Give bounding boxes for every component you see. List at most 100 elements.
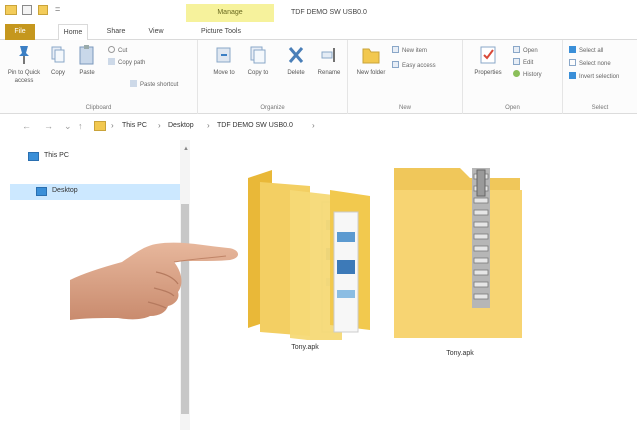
breadcrumb-current-folder[interactable]: TDF DEMO SW USB0.0 <box>217 122 293 129</box>
open-group: Properties Open Edit History Open <box>463 40 563 114</box>
easy-access-label: Easy access <box>402 63 436 69</box>
new-folder-button[interactable]: New folder <box>356 44 386 77</box>
select-group: Select all Select none Invert selection … <box>563 40 637 114</box>
organize-group-label: Organize <box>260 105 285 111</box>
title-bar: = Manage TDF DEMO SW USB0.0 <box>0 0 637 22</box>
pin-icon <box>19 46 29 64</box>
quick-access-customize-button[interactable]: = <box>55 4 60 14</box>
breadcrumb-dropdown[interactable]: › <box>312 121 315 130</box>
copy-to-button[interactable]: Copy to <box>244 44 272 77</box>
scissors-icon <box>108 46 115 53</box>
copy-path-button[interactable]: Copy path <box>108 58 145 68</box>
nav-item-desktop[interactable]: Desktop <box>10 184 181 200</box>
nav-item-this-pc[interactable]: This PC <box>24 150 164 164</box>
file-item-label: Tony.apk <box>446 350 474 357</box>
file-list: Tony.apk Tony.apk <box>190 140 637 430</box>
nav-item-label: Desktop <box>52 187 78 194</box>
file-item-zip[interactable]: Tony.apk <box>380 160 540 360</box>
clipboard-group-label: Clipboard <box>85 105 112 111</box>
easy-access-icon <box>392 61 399 68</box>
tab-picture-tools[interactable]: Picture Tools <box>193 24 249 40</box>
tab-home[interactable]: Home <box>58 24 88 40</box>
breadcrumb-this-pc[interactable]: This PC <box>122 122 147 129</box>
forward-button[interactable]: → <box>44 121 53 131</box>
paste-shortcut-button[interactable]: Paste shortcut <box>130 80 178 90</box>
folder-open-icon <box>248 170 370 340</box>
invert-selection-label: Invert selection <box>579 74 620 80</box>
new-folder-icon <box>362 48 380 64</box>
copy-to-icon <box>250 46 266 64</box>
breadcrumb-desktop[interactable]: Desktop <box>168 122 194 129</box>
open-icon <box>513 46 520 53</box>
history-label: History <box>523 72 542 78</box>
new-item-button[interactable]: New item <box>392 46 427 56</box>
window-title: TDF DEMO SW USB0.0 <box>291 9 367 16</box>
manage-contextual-tab[interactable]: Manage <box>186 4 274 22</box>
easy-access-button[interactable]: Easy access <box>392 61 436 71</box>
rename-label: Rename <box>317 70 341 76</box>
new-item-label: New item <box>402 48 428 54</box>
ribbon: Pin to Quick access Copy Paste Cut Copy … <box>0 40 637 114</box>
properties-icon <box>480 46 496 64</box>
paste-label: Paste <box>79 70 95 76</box>
open-button[interactable]: Open <box>513 46 538 56</box>
file-item-label: Tony.apk <box>291 344 319 351</box>
move-to-label: Move to <box>213 70 235 76</box>
tab-file[interactable]: File <box>5 24 35 40</box>
this-pc-icon <box>28 152 39 161</box>
edit-button[interactable]: Edit <box>513 58 533 68</box>
invert-selection-button[interactable]: Invert selection <box>569 72 619 82</box>
copy-button[interactable]: Copy <box>46 44 70 77</box>
quick-access-folder-icon[interactable] <box>5 5 17 15</box>
delete-label: Delete <box>287 70 305 76</box>
new-folder-label: New folder <box>356 70 386 76</box>
paste-shortcut-icon <box>130 80 137 87</box>
recent-locations-button[interactable]: ⌄ <box>64 121 72 132</box>
cut-label: Cut <box>118 48 128 54</box>
edit-icon <box>513 58 520 65</box>
invert-selection-icon <box>569 72 576 79</box>
open-group-label: Open <box>505 105 520 111</box>
quick-access-properties-icon[interactable] <box>22 5 32 15</box>
delete-button[interactable]: Delete <box>282 44 310 77</box>
up-button[interactable]: ↑ <box>78 121 83 131</box>
rename-icon <box>321 48 335 62</box>
breadcrumb-separator[interactable]: › <box>111 121 114 130</box>
back-button[interactable]: ← <box>22 121 31 131</box>
edit-label: Edit <box>523 60 534 66</box>
address-bar: ← → ⌄ ↑ › This PC › Desktop › TDF DEMO S… <box>0 114 637 140</box>
new-group: New folder New item Easy access New <box>348 40 463 114</box>
rename-button[interactable]: Rename <box>314 44 344 77</box>
pointing-hand-image <box>70 242 239 320</box>
cut-button[interactable]: Cut <box>108 46 127 56</box>
select-all-icon <box>569 46 576 53</box>
new-group-label: New <box>398 105 411 111</box>
pin-to-quick-access-button[interactable]: Pin to Quick access <box>6 44 42 85</box>
nav-item-label: This PC <box>44 152 69 159</box>
properties-button[interactable]: Properties <box>469 44 507 77</box>
desktop-icon <box>36 187 47 196</box>
paste-shortcut-label: Paste shortcut <box>140 82 179 88</box>
address-folder-icon <box>94 121 106 131</box>
tab-view[interactable]: View <box>145 24 167 40</box>
history-button[interactable]: History <box>513 70 542 80</box>
file-item-folder[interactable]: Tony.apk <box>230 160 380 360</box>
breadcrumb-separator[interactable]: › <box>207 121 210 130</box>
properties-label: Properties <box>474 70 502 76</box>
breadcrumb-separator[interactable]: › <box>158 121 161 130</box>
select-none-button[interactable]: Select none <box>569 59 611 69</box>
move-to-icon <box>216 47 231 63</box>
pin-label: Pin to Quick access <box>7 70 41 84</box>
file-explorer-window: = Manage TDF DEMO SW USB0.0 File Home Sh… <box>0 0 637 430</box>
select-none-label: Select none <box>579 61 611 67</box>
scroll-up-arrow[interactable]: ▲ <box>183 146 189 152</box>
clipboard-group: Pin to Quick access Copy Paste Cut Copy … <box>0 40 198 114</box>
select-all-button[interactable]: Select all <box>569 46 603 56</box>
tab-share[interactable]: Share <box>103 24 129 40</box>
delete-x-icon <box>288 47 304 63</box>
move-to-button[interactable]: Move to <box>210 44 238 77</box>
select-all-label: Select all <box>579 48 604 54</box>
paste-button[interactable]: Paste <box>74 44 100 77</box>
quick-access-new-folder-icon[interactable] <box>38 5 48 15</box>
open-label: Open <box>523 48 538 54</box>
